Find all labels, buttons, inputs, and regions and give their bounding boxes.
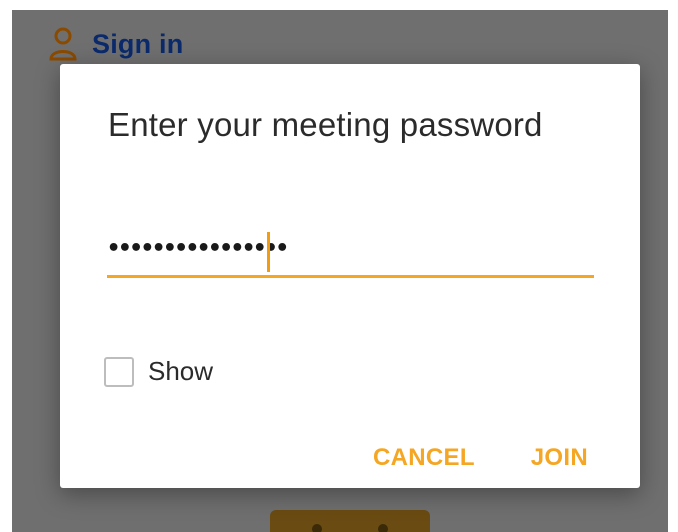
show-password-checkbox[interactable] (104, 356, 134, 387)
signin-link[interactable]: Sign in (48, 24, 183, 64)
text-caret (267, 232, 270, 272)
password-dialog: Enter your meeting password ••••••••••••… (60, 64, 640, 488)
cancel-button[interactable]: CANCEL (373, 444, 475, 472)
signin-label[interactable]: Sign in (92, 29, 183, 60)
decorative-dot (312, 524, 322, 532)
password-value[interactable]: •••••••••••••••• (107, 236, 289, 261)
screen: Sign in Enter your meeting password ••••… (0, 0, 678, 532)
password-field[interactable]: •••••••••••••••• (107, 224, 594, 278)
person-icon (49, 27, 77, 61)
show-password-toggle[interactable]: Show (104, 356, 213, 387)
field-underline (107, 275, 594, 278)
show-password-label[interactable]: Show (148, 356, 213, 387)
dialog-title: Enter your meeting password (108, 106, 543, 143)
dialog-actions: CANCEL JOIN (373, 444, 588, 472)
decorative-dot (378, 524, 388, 532)
join-button[interactable]: JOIN (531, 444, 588, 472)
background-app-button (270, 510, 430, 532)
